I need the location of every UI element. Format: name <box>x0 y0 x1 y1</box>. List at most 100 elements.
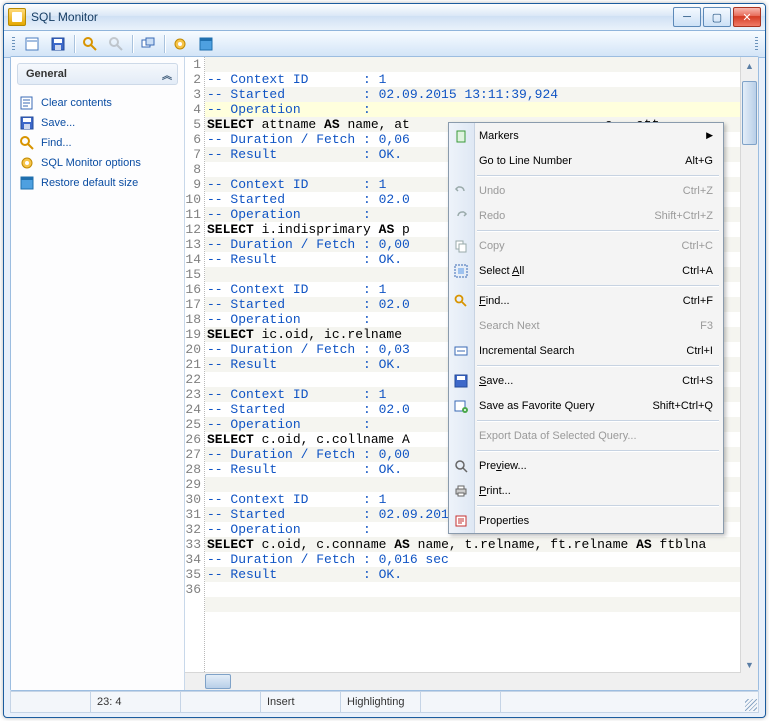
minimize-button[interactable]: ─ <box>673 7 701 27</box>
menu-item[interactable]: Save...Ctrl+S <box>449 368 723 393</box>
submenu-arrow-icon: ▶ <box>706 130 713 141</box>
menu-item: RedoShift+Ctrl+Z <box>449 203 723 228</box>
menu-item-label: Properties <box>479 515 529 527</box>
options-button[interactable] <box>168 32 192 56</box>
code-line[interactable]: -- Started : 02.09.2015 13:11:39,924 <box>205 87 758 102</box>
menu-item[interactable]: Select AllCtrl+A <box>449 258 723 283</box>
save-button[interactable] <box>46 32 70 56</box>
props-icon <box>453 513 469 529</box>
toolbar-separator <box>72 33 76 55</box>
toolbar <box>4 31 765 58</box>
code-line[interactable]: -- Duration / Fetch : 0,016 sec <box>205 552 758 567</box>
menu-item-label: Search Next <box>479 320 540 332</box>
menu-shortcut: Ctrl+S <box>682 375 713 387</box>
menu-separator <box>477 285 719 286</box>
menu-separator <box>477 450 719 451</box>
scroll-down-arrow[interactable]: ▼ <box>741 656 758 673</box>
menu-item[interactable]: Markers▶ <box>449 123 723 148</box>
sidebar-item[interactable]: Restore default size <box>19 173 176 193</box>
sidebar-item[interactable]: Save... <box>19 113 176 133</box>
code-line[interactable]: -- Operation : <box>205 102 758 117</box>
code-line[interactable]: -- Result : OK. <box>205 567 758 582</box>
menu-item: Search NextF3 <box>449 313 723 338</box>
scroll-up-arrow[interactable]: ▲ <box>741 57 758 74</box>
sidebar-item-label: Find... <box>41 137 72 149</box>
sidebar-item-label: Restore default size <box>41 177 138 189</box>
menu-shortcut: Alt+G <box>685 155 713 167</box>
menu-item: UndoCtrl+Z <box>449 178 723 203</box>
restore-size-button[interactable] <box>194 32 218 56</box>
status-position: 23: 4 <box>91 692 181 712</box>
app-window: SQL Monitor ─ ▢ ✕ General ︽ Clear conten… <box>3 3 766 718</box>
redo-icon <box>453 208 469 224</box>
menu-item-label: Select All <box>479 265 524 277</box>
sidebar-header[interactable]: General ︽ <box>17 63 178 85</box>
context-menu[interactable]: Markers▶ Go to Line Number Alt+G UndoCtrl+Z… <box>448 122 724 534</box>
collapse-icon: ︽ <box>162 67 169 82</box>
menu-item[interactable]: Find... Ctrl+F <box>449 288 723 313</box>
menu-item[interactable]: Go to Line Number Alt+G <box>449 148 723 173</box>
save-icon <box>453 373 469 389</box>
inc-search-icon <box>453 343 469 359</box>
menu-item-label: Print... <box>479 485 511 497</box>
status-cell <box>181 692 261 712</box>
menu-item-label: Preview... <box>479 460 527 472</box>
menu-item-label: Incremental Search <box>479 345 574 357</box>
copy-icon <box>453 238 469 254</box>
horizontal-scrollbar[interactable] <box>185 672 741 690</box>
code-line[interactable] <box>205 582 758 597</box>
toolbar-grip[interactable] <box>8 33 18 55</box>
menu-item[interactable]: Save as Favorite Query Shift+Ctrl+Q <box>449 393 723 418</box>
menu-item[interactable]: Preview... <box>449 453 723 478</box>
code-line[interactable]: SELECT c.oid, c.conname AS name, t.relna… <box>205 537 758 552</box>
find-button[interactable] <box>78 32 102 56</box>
sidebar-item-icon <box>19 175 35 191</box>
toolbar-overflow[interactable] <box>751 33 761 55</box>
menu-item-label: Undo <box>479 185 505 197</box>
resize-grip[interactable] <box>745 699 757 711</box>
menu-separator <box>477 420 719 421</box>
menu-shortcut: Ctrl+C <box>682 240 713 252</box>
sidebar-item-label: SQL Monitor options <box>41 157 141 169</box>
close-button[interactable]: ✕ <box>733 7 761 27</box>
titlebar[interactable]: SQL Monitor ─ ▢ ✕ <box>4 4 765 31</box>
menu-item[interactable]: Properties <box>449 508 723 533</box>
toolbar-separator <box>130 33 134 55</box>
sidebar-item[interactable]: Clear contents <box>19 93 176 113</box>
line-gutter: 1234567891011121314151617181920212223242… <box>185 57 205 690</box>
scroll-thumb[interactable] <box>205 674 231 689</box>
sidebar: General ︽ Clear contentsSave... Find... SQ… <box>11 57 185 690</box>
menu-item-label: Redo <box>479 210 505 222</box>
status-cell <box>501 692 758 712</box>
status-cell <box>11 692 91 712</box>
menu-item-label: Save as Favorite Query <box>479 400 595 412</box>
menu-item[interactable]: Print... <box>449 478 723 503</box>
code-line[interactable]: -- Context ID : 1 <box>205 72 758 87</box>
vertical-scrollbar[interactable]: ▲ ▼ <box>740 57 758 673</box>
sidebar-item[interactable]: Find... <box>19 133 176 153</box>
fav-icon <box>453 398 469 414</box>
window-title: SQL Monitor <box>31 10 673 24</box>
maximize-button[interactable]: ▢ <box>703 7 731 27</box>
menu-shortcut: Shift+Ctrl+Q <box>652 400 713 412</box>
statusbar: 23: 4 Insert Highlighting <box>10 691 759 713</box>
code-line[interactable] <box>205 597 758 612</box>
menu-item-label: Find... <box>479 295 510 307</box>
find-icon <box>453 293 469 309</box>
scroll-thumb[interactable] <box>742 81 757 145</box>
sidebar-item[interactable]: SQL Monitor options <box>19 153 176 173</box>
sidebar-item-icon <box>19 155 35 171</box>
sidebar-header-label: General <box>26 68 67 80</box>
app-icon <box>8 8 26 26</box>
find-next-button[interactable] <box>104 32 128 56</box>
code-line[interactable] <box>205 57 758 72</box>
always-on-top-button[interactable] <box>136 32 160 56</box>
menu-item-label: Go to Line Number <box>479 155 572 167</box>
clear-button[interactable] <box>20 32 44 56</box>
menu-shortcut: Ctrl+F <box>683 295 713 307</box>
menu-item-label: Copy <box>479 240 505 252</box>
menu-item[interactable]: Incremental SearchCtrl+I <box>449 338 723 363</box>
menu-separator <box>477 365 719 366</box>
preview-icon <box>453 458 469 474</box>
sidebar-item-icon <box>19 115 35 131</box>
